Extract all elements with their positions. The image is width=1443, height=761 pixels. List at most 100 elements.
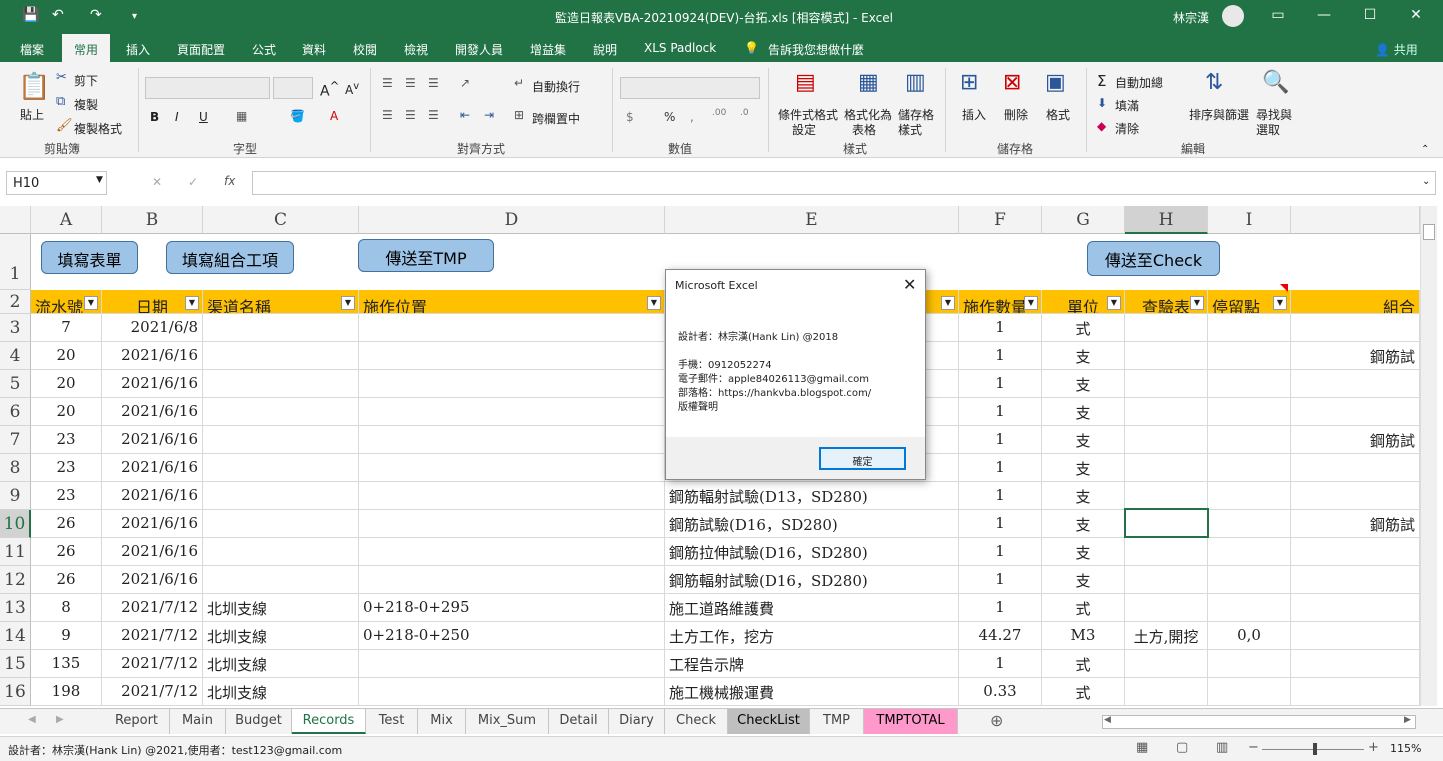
cell-c[interactable]	[203, 538, 359, 566]
cell-e[interactable]: 土方工作，挖方	[665, 622, 959, 650]
column-header-g[interactable]: G	[1042, 206, 1125, 234]
wrap-text-button[interactable]: 自動換行	[532, 78, 580, 95]
fill-icon[interactable]: ⬇	[1097, 96, 1107, 110]
avatar[interactable]	[1222, 5, 1244, 27]
cell-e[interactable]: 工程告示牌	[665, 650, 959, 678]
cell-j[interactable]	[1291, 398, 1420, 426]
cell-h[interactable]	[1125, 482, 1208, 510]
cell-c[interactable]	[203, 398, 359, 426]
cell-c[interactable]	[203, 426, 359, 454]
sheet-tab-records[interactable]: Records	[292, 709, 366, 734]
cut-button[interactable]: 剪下	[74, 72, 98, 89]
zoom-in-icon[interactable]: +	[1368, 740, 1379, 755]
dialog-close-icon[interactable]: ✕	[903, 275, 916, 294]
formula-input[interactable]	[252, 171, 1436, 195]
currency-button[interactable]: $	[626, 110, 634, 124]
cell-j[interactable]	[1291, 622, 1420, 650]
cell-j[interactable]: 鋼筋試	[1291, 342, 1420, 370]
sheet-tab-checklist[interactable]: CheckList	[728, 709, 810, 734]
column-header-c[interactable]: C	[203, 206, 359, 234]
cut-icon[interactable]: ✂	[56, 70, 67, 85]
tab-developer[interactable]: 開發人員	[455, 41, 503, 58]
redo-icon[interactable]: ↷	[90, 7, 102, 23]
cell-j[interactable]: 鋼筋試	[1291, 510, 1420, 538]
cell-h[interactable]	[1125, 678, 1208, 706]
tab-review[interactable]: 校閱	[353, 41, 377, 58]
cell-a[interactable]: 7	[31, 314, 102, 342]
cell-d[interactable]	[359, 510, 665, 538]
cell-c[interactable]	[203, 370, 359, 398]
scroll-tabs-left-icon[interactable]: ◀	[28, 714, 36, 725]
align-left-icon[interactable]: ☰	[382, 108, 393, 122]
selected-cell[interactable]	[1124, 508, 1209, 538]
filter-dropdown-icon[interactable]: ▼	[1273, 296, 1287, 310]
cell-f[interactable]: 1	[959, 566, 1042, 594]
sheet-tab-budget[interactable]: Budget	[226, 709, 292, 734]
cell-i[interactable]: 0,0	[1208, 622, 1291, 650]
cell-d[interactable]	[359, 342, 665, 370]
cell-j[interactable]	[1291, 482, 1420, 510]
cell-f[interactable]: 1	[959, 342, 1042, 370]
cell-j[interactable]	[1291, 314, 1420, 342]
sheet-tab-mix-sum[interactable]: Mix_Sum	[466, 709, 549, 734]
ok-button[interactable]: 確定	[819, 447, 906, 470]
cell-e[interactable]: 施工機械搬運費	[665, 678, 959, 706]
cell-f[interactable]: 1	[959, 594, 1042, 622]
cell-j[interactable]	[1291, 538, 1420, 566]
header-cell[interactable]: 日期 ▼	[102, 290, 203, 314]
cell-a[interactable]: 23	[31, 454, 102, 482]
cell-i[interactable]	[1208, 342, 1291, 370]
column-header-j[interactable]	[1291, 206, 1420, 234]
cell-styles-icon[interactable]: ▥	[905, 70, 926, 95]
wrap-text-icon[interactable]: ↵	[514, 76, 524, 90]
cell-g[interactable]: 支	[1042, 454, 1125, 482]
cell-i[interactable]	[1208, 678, 1291, 706]
cell-b[interactable]: 2021/6/16	[102, 510, 203, 538]
cell-d[interactable]	[359, 314, 665, 342]
clear-button[interactable]: 清除	[1115, 120, 1139, 137]
cell-f[interactable]: 1	[959, 426, 1042, 454]
filter-dropdown-icon[interactable]: ▼	[341, 296, 355, 310]
cell-g[interactable]: 式	[1042, 594, 1125, 622]
increase-decimal-icon[interactable]: .00	[712, 108, 726, 118]
cell-b[interactable]: 2021/7/12	[102, 650, 203, 678]
font-color-icon[interactable]: A	[330, 109, 338, 123]
tab-xls-padlock[interactable]: XLS Padlock	[644, 41, 716, 55]
cell-f[interactable]: 1	[959, 510, 1042, 538]
row-header[interactable]: 7	[0, 426, 31, 454]
filter-dropdown-icon[interactable]: ▼	[185, 296, 199, 310]
italic-button[interactable]: I	[175, 110, 179, 124]
cell-f[interactable]: 44.27	[959, 622, 1042, 650]
collapse-ribbon-icon[interactable]: ⌃	[1421, 144, 1429, 155]
name-box[interactable]: H10	[6, 171, 107, 195]
insert-function-icon[interactable]: fx	[224, 174, 235, 188]
cell-f[interactable]: 1	[959, 538, 1042, 566]
row-header[interactable]: 11	[0, 538, 31, 566]
cell-h[interactable]	[1125, 314, 1208, 342]
cell-i[interactable]	[1208, 314, 1291, 342]
tab-home[interactable]: 常用	[62, 34, 111, 62]
cell-b[interactable]: 2021/6/16	[102, 454, 203, 482]
cell-b[interactable]: 2021/6/16	[102, 426, 203, 454]
scroll-right-icon[interactable]: ▶	[1404, 715, 1411, 725]
row-header[interactable]: 2	[0, 290, 31, 314]
expand-formula-icon[interactable]: ⌄	[1422, 176, 1430, 187]
format-cells-icon[interactable]: ▣	[1045, 70, 1066, 95]
filter-dropdown-icon[interactable]: ▼	[84, 296, 98, 310]
cell-h[interactable]	[1125, 566, 1208, 594]
filter-dropdown-icon[interactable]: ▼	[941, 296, 955, 310]
page-layout-view-icon[interactable]: ▢	[1176, 740, 1188, 755]
sheet-tab-check[interactable]: Check	[665, 709, 728, 734]
tab-insert[interactable]: 插入	[126, 41, 150, 58]
column-header-i[interactable]: I	[1208, 206, 1291, 234]
scroll-left-icon[interactable]: ◀	[1104, 715, 1111, 725]
clear-icon[interactable]: ◆	[1097, 119, 1106, 133]
cell-a[interactable]: 8	[31, 594, 102, 622]
sheet-tab-test[interactable]: Test	[366, 709, 418, 734]
cell-j[interactable]	[1291, 678, 1420, 706]
row-header[interactable]: 1	[0, 234, 31, 290]
cell-d[interactable]	[359, 454, 665, 482]
bold-button[interactable]: B	[150, 110, 159, 124]
cell-c[interactable]	[203, 482, 359, 510]
cell-f[interactable]: 1	[959, 370, 1042, 398]
